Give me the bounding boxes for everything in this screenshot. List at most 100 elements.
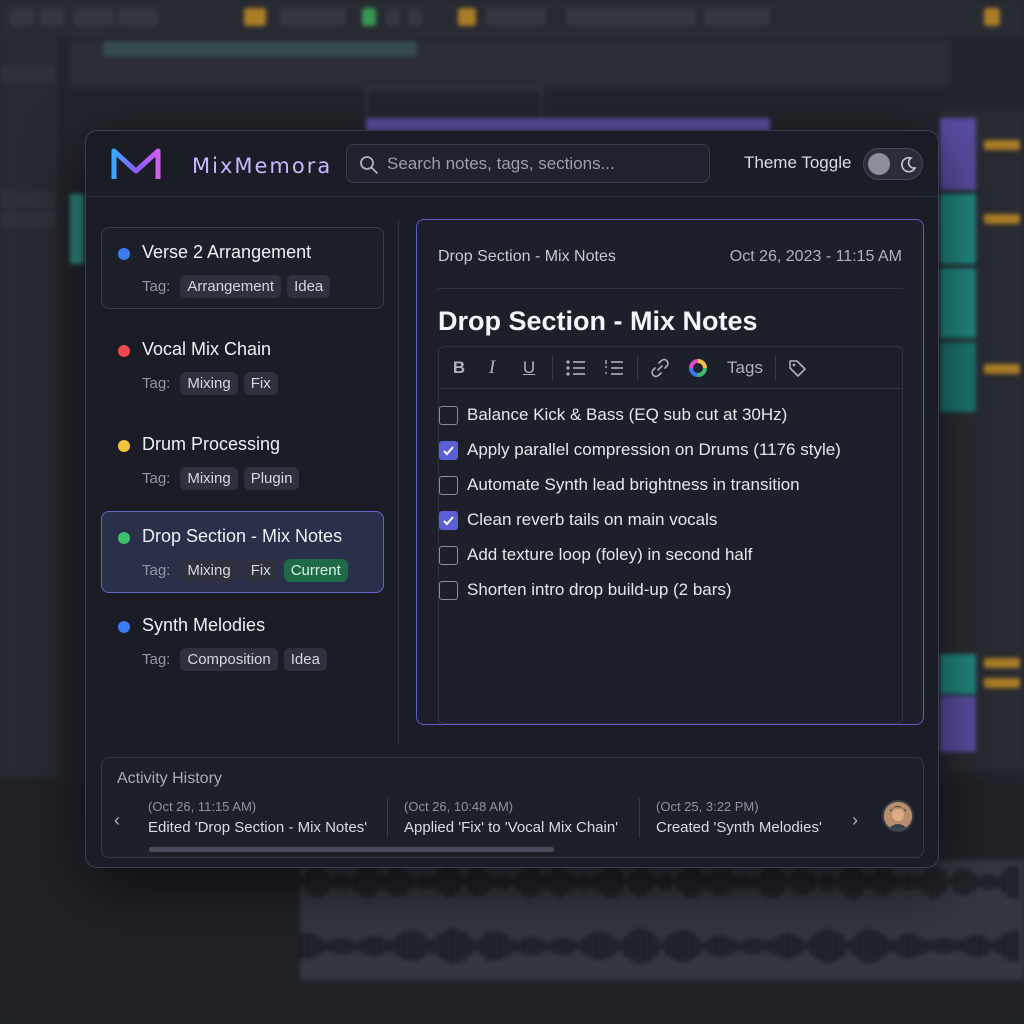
tag-chip[interactable]: Plugin bbox=[243, 467, 300, 490]
checklist-item[interactable]: Balance Kick & Bass (EQ sub cut at 30Hz) bbox=[439, 401, 902, 431]
waveform-bar bbox=[378, 937, 382, 955]
note-title: Drum Processing bbox=[142, 434, 281, 454]
theme-toggle-label: Theme Toggle bbox=[744, 153, 852, 172]
waveform-bar bbox=[780, 934, 784, 958]
waveform-bar bbox=[348, 877, 352, 887]
waveform-bar bbox=[438, 933, 442, 959]
color-wheel-icon bbox=[689, 359, 707, 377]
tag-chip[interactable]: Idea bbox=[283, 648, 327, 671]
waveform-bar bbox=[666, 874, 670, 890]
tag-chip[interactable]: Mixing bbox=[180, 467, 238, 490]
bullet-list-icon bbox=[566, 360, 585, 376]
waveform-bar bbox=[942, 871, 946, 893]
checkbox[interactable] bbox=[439, 546, 458, 565]
waveform-bar bbox=[678, 929, 682, 963]
bullet-list-button[interactable] bbox=[563, 356, 589, 380]
waveform-bar bbox=[1002, 871, 1006, 893]
note-item-synth-melodies[interactable]: Synth Melodies Tag: Composition Idea bbox=[101, 600, 384, 682]
waveform-bar bbox=[564, 937, 568, 955]
daw-waveform bbox=[300, 860, 1024, 980]
bold-button[interactable]: B bbox=[447, 356, 471, 380]
tag-chip[interactable]: Fix bbox=[243, 372, 278, 395]
note-item-drop-section-mix-notes[interactable]: Drop Section - Mix Notes Tag: Mixing Fix… bbox=[101, 511, 384, 593]
waveform-bar bbox=[912, 934, 916, 958]
waveform-bar bbox=[792, 934, 796, 958]
activity-item[interactable]: (Oct 26, 11:15 AM) Edited 'Drop Section … bbox=[148, 799, 367, 836]
note-item-drum-processing[interactable]: Drum Processing Tag: Mixing Plugin bbox=[101, 419, 384, 501]
waveform-bar bbox=[312, 866, 316, 898]
waveform-bar bbox=[948, 938, 952, 954]
note-item-verse-2-arrangement[interactable]: Verse 2 Arrangement Tag: Arrangement Ide… bbox=[101, 227, 384, 309]
search-input[interactable] bbox=[387, 149, 701, 178]
checklist-item[interactable]: Clean reverb tails on main vocals bbox=[439, 506, 902, 536]
waveform-bar bbox=[936, 938, 940, 954]
color-picker-button[interactable] bbox=[686, 356, 710, 380]
check-icon bbox=[443, 446, 454, 456]
checklist-item[interactable]: Add texture loop (foley) in second half bbox=[439, 541, 902, 571]
checkbox[interactable] bbox=[439, 476, 458, 495]
waveform-bar bbox=[366, 866, 370, 898]
daw-track-list bbox=[0, 36, 56, 776]
checkbox-checked[interactable] bbox=[439, 511, 458, 530]
tag-chip[interactable]: Fix bbox=[243, 559, 278, 582]
tags-button[interactable]: Tags bbox=[722, 356, 768, 380]
waveform-bar bbox=[420, 874, 424, 890]
activity-history: Activity History ‹ (Oct 26, 11:15 AM) Ed… bbox=[101, 757, 924, 858]
waveform-bar bbox=[834, 877, 838, 887]
activity-item[interactable]: (Oct 26, 10:48 AM) Applied 'Fix' to 'Voc… bbox=[404, 799, 618, 836]
current-tag-chip[interactable]: Current bbox=[283, 559, 348, 582]
waveform-bar bbox=[354, 941, 358, 951]
waveform-bar bbox=[936, 866, 940, 898]
checklist-item[interactable]: Shorten intro drop build-up (2 bars) bbox=[439, 576, 902, 606]
note-tags: Tag: Composition Idea bbox=[142, 648, 327, 671]
waveform-bar bbox=[678, 872, 682, 892]
note-item-vocal-mix-chain[interactable]: Vocal Mix Chain Tag: Mixing Fix bbox=[101, 324, 384, 406]
waveform-bar bbox=[474, 940, 478, 952]
waveform-bar bbox=[924, 868, 928, 896]
theme-toggle[interactable] bbox=[863, 148, 923, 180]
waveform-bar bbox=[480, 935, 484, 957]
activity-item[interactable]: (Oct 25, 3:22 PM) Created 'Synth Melodie… bbox=[656, 799, 822, 836]
note-title: Synth Melodies bbox=[142, 615, 266, 635]
search-box[interactable] bbox=[346, 144, 710, 183]
editor-date: Oct 26, 2023 - 11:15 AM bbox=[729, 248, 902, 265]
checkbox[interactable] bbox=[439, 581, 458, 600]
checklist-item[interactable]: Automate Synth lead brightness in transi… bbox=[439, 471, 902, 501]
tag-chip[interactable]: Mixing bbox=[180, 372, 238, 395]
check-icon bbox=[443, 516, 454, 526]
tag-chip[interactable]: Composition bbox=[180, 648, 278, 671]
waveform-bar bbox=[552, 868, 556, 896]
waveform-bar bbox=[858, 868, 862, 896]
waveform-bar bbox=[726, 870, 730, 894]
activity-scrollbar[interactable] bbox=[149, 847, 554, 852]
checkbox-checked[interactable] bbox=[439, 441, 458, 460]
waveform-bar bbox=[924, 939, 928, 953]
waveform-bar bbox=[672, 877, 676, 886]
activity-next-button[interactable]: › bbox=[852, 810, 858, 831]
tag-chip[interactable]: Mixing bbox=[180, 559, 238, 582]
note-color-dot bbox=[118, 345, 130, 357]
user-avatar[interactable] bbox=[882, 800, 914, 832]
waveform-bar bbox=[714, 935, 718, 957]
checkbox[interactable] bbox=[439, 406, 458, 425]
note-title: Verse 2 Arrangement bbox=[142, 242, 312, 262]
waveform-bar bbox=[570, 939, 574, 953]
tag-chip[interactable]: Arrangement bbox=[180, 275, 282, 298]
checklist-item[interactable]: Apply parallel compression on Drums (117… bbox=[439, 436, 902, 466]
editor-body[interactable]: B I U Tags Balance Kick & Bass (EQ sub c… bbox=[438, 346, 903, 724]
activity-time: (Oct 26, 11:15 AM) bbox=[148, 799, 257, 814]
link-button[interactable] bbox=[647, 356, 673, 380]
waveform-bar bbox=[690, 932, 694, 960]
editor-title[interactable]: Drop Section - Mix Notes bbox=[438, 306, 758, 337]
activity-prev-button[interactable]: ‹ bbox=[114, 810, 120, 831]
waveform-bar bbox=[564, 869, 568, 895]
tag-button[interactable] bbox=[784, 356, 810, 380]
waveform-bar bbox=[306, 871, 310, 893]
underline-button[interactable]: U bbox=[517, 356, 541, 380]
numbered-list-button[interactable] bbox=[601, 356, 627, 380]
waveform-bar bbox=[306, 932, 310, 960]
tag-chip[interactable]: Idea bbox=[287, 275, 331, 298]
italic-button[interactable]: I bbox=[480, 356, 504, 380]
waveform-bar bbox=[546, 941, 550, 950]
waveform-bar bbox=[342, 937, 346, 955]
